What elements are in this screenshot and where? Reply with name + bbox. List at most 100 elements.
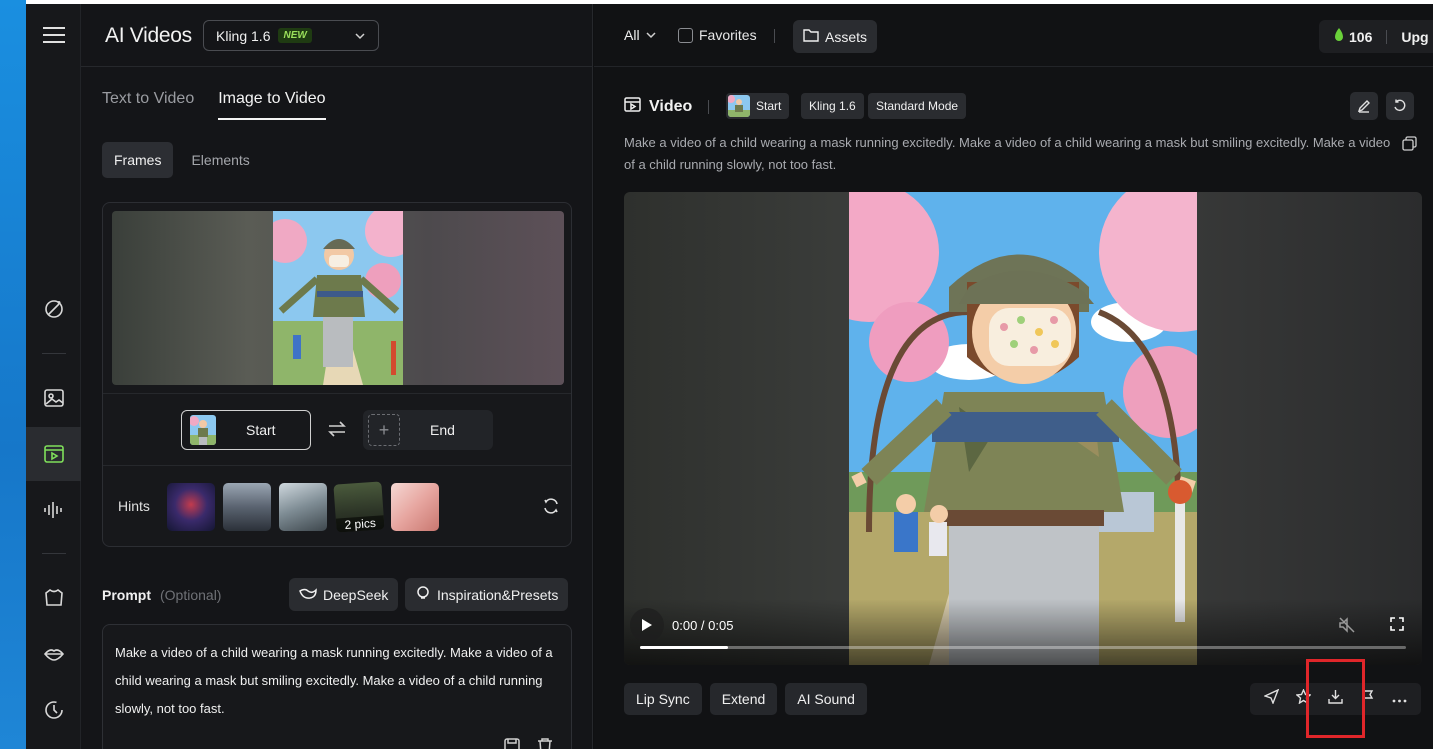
player-controls: 0:00 / 0:05 [624,599,1422,665]
desktop-background [0,0,26,749]
prompt-textarea[interactable]: Make a video of a child wearing a mask r… [102,624,572,749]
model-name: Kling 1.6 [216,27,271,44]
assets-button[interactable]: Assets [793,20,878,53]
hints-row: Hints 2 pics [118,481,568,533]
edit-icon[interactable] [1350,92,1378,120]
extend-button[interactable]: Extend [709,683,778,715]
chevron-down-icon [354,29,366,45]
video-header: Video Start Kling 1.6 Standard Mode [624,92,1424,121]
icon-rail [26,4,81,749]
rail-divider [42,553,66,554]
divider [708,100,709,114]
new-badge: NEW [278,28,312,43]
app-window: AI Videos Kling 1.6 NEW Text to Video Im… [0,0,1433,749]
frame-subtabs: Frames Elements [102,142,262,178]
mute-icon[interactable] [1338,616,1356,639]
filter-dropdown[interactable]: All [624,27,656,43]
end-label: End [430,422,455,438]
favorites-toggle[interactable]: Favorites [678,27,757,43]
video-progress-fill [640,646,729,649]
audio-wave-icon[interactable] [26,483,81,537]
video-actions: Lip Sync Extend AI Sound [624,683,867,715]
video-clapper-icon [624,96,641,118]
creation-panel: AI Videos Kling 1.6 NEW Text to Video Im… [81,4,593,749]
subtab-elements[interactable]: Elements [179,142,261,178]
tab-image-to-video[interactable]: Image to Video [218,90,326,120]
trash-icon[interactable] [536,737,554,749]
regenerate-icon[interactable] [1386,92,1414,120]
video-description: Make a video of a child wearing a mask r… [624,135,1391,172]
panel-header: AI Videos Kling 1.6 NEW [81,4,593,67]
video-icon[interactable] [26,427,81,481]
shirt-icon[interactable] [26,571,81,625]
model-selector[interactable]: Kling 1.6 NEW [203,20,379,51]
deepseek-label: DeepSeek [323,586,389,603]
frame-preview[interactable] [112,211,564,385]
hint-thumbnail[interactable] [167,483,215,531]
chevron-down-icon [646,27,656,43]
end-frame-button[interactable]: + End [363,410,493,450]
upgrade-label[interactable]: Upg [1401,29,1428,45]
subtab-frames[interactable]: Frames [102,142,174,178]
video-title-group: Video [624,96,692,118]
prompt-header: Prompt (Optional) DeepSeek Inspiration&P… [102,578,572,612]
lightbulb-icon [415,585,431,604]
start-end-row: Start + End [103,393,571,466]
video-header-tools [1350,92,1414,120]
video-frame-image [849,192,1197,665]
credits-display[interactable]: 106 Upg [1319,20,1433,53]
play-button[interactable] [630,608,664,642]
hints-label: Hints [118,498,150,514]
refresh-icon[interactable] [542,497,560,520]
filter-label: All [624,27,640,43]
results-topbar: All Favorites Assets 106 Upg [594,4,1433,67]
start-frame-button[interactable]: Start [181,410,311,450]
favorites-label: Favorites [699,27,757,43]
start-label: Start [246,422,276,438]
frames-card: Start + End Hints 2 pics [102,202,572,547]
more-icon[interactable] [1392,690,1407,708]
rail-divider [42,353,66,354]
fullscreen-icon[interactable] [1390,617,1404,636]
send-icon[interactable] [1263,688,1280,709]
start-frame-thumbnail [190,415,216,445]
swap-icon[interactable] [327,420,347,443]
start-thumbnail [728,95,750,117]
save-icon[interactable] [503,737,521,749]
hint-thumbnail[interactable] [279,483,327,531]
tab-text-to-video[interactable]: Text to Video [102,90,194,120]
chip-model: Kling 1.6 [801,93,864,119]
hint-thumbnail[interactable]: 2 pics [333,481,385,533]
credits-count: 106 [1349,28,1373,45]
menu-icon[interactable] [26,8,81,62]
hint-thumbnail[interactable] [223,483,271,531]
image-icon[interactable] [26,371,81,425]
download-highlight-box [1306,659,1365,738]
history-icon[interactable] [26,683,81,737]
inspiration-label: Inspiration&Presets [437,586,559,603]
divider [1386,29,1388,44]
lip-sync-button[interactable]: Lip Sync [624,683,702,715]
main-area: All Favorites Assets 106 Upg Video Start… [594,4,1433,749]
video-player[interactable]: 0:00 / 0:05 [624,192,1422,665]
deepseek-whale-icon [299,586,317,603]
mode-tabs: Text to Video Image to Video [102,90,326,120]
ai-sound-button[interactable]: AI Sound [785,683,867,715]
hint-thumbnail[interactable] [391,483,439,531]
flame-icon [1333,28,1345,45]
video-time: 0:00 / 0:05 [672,618,734,633]
video-title: Video [649,98,693,115]
favorites-checkbox[interactable] [678,27,693,43]
divider [774,29,775,43]
chip-mode: Standard Mode [868,93,967,119]
prompt-label: Prompt [102,587,151,603]
prompt-text: Make a video of a child wearing a mask r… [115,645,553,716]
deepseek-button[interactable]: DeepSeek [289,578,399,611]
folder-icon [803,28,819,45]
video-progress-track[interactable] [640,646,1406,649]
hint-pics-count: 2 pics [335,515,385,533]
magic-wand-icon[interactable] [26,282,81,336]
inspiration-presets-button[interactable]: Inspiration&Presets [405,578,569,611]
copy-icon[interactable] [1402,136,1417,156]
lips-icon[interactable] [26,627,81,681]
